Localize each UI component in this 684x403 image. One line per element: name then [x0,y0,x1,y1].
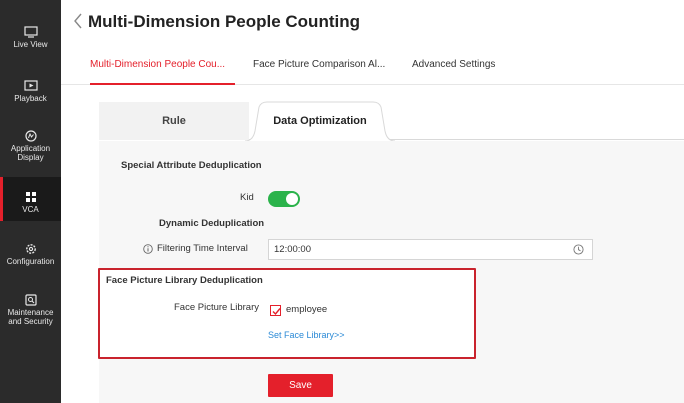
sidebar-item-label: Live View [13,40,48,49]
filtering-time-interval-label: Filtering Time Interval [157,243,248,254]
toggle-knob [286,193,298,205]
info-icon[interactable] [143,244,153,254]
sidebar-item-label: VCA [22,205,39,214]
playback-icon [23,80,38,91]
clock-icon[interactable] [573,244,584,255]
tab-data-optimization-label: Data Optimization [273,115,367,127]
employee-checkbox[interactable] [270,305,281,316]
vca-grid-icon [25,192,36,202]
sidebar-item-vca[interactable]: VCA [0,177,61,221]
sidebar-item-live-view[interactable]: Live View [0,26,61,56]
face-library-dedup-heading: Face Picture Library Deduplication [106,275,263,286]
tab-advanced-settings[interactable]: Advanced Settings [412,45,495,85]
kid-toggle[interactable] [268,191,300,207]
sidebar-item-label: Maintenance [7,308,54,317]
top-tabs: Multi-Dimension People Cou... Face Pictu… [61,45,684,85]
employee-option-label: employee [286,304,328,315]
tab-multi-dimension-people-counting[interactable]: Multi-Dimension People Cou... [90,45,235,85]
sidebar-item-application-display[interactable]: Application Display [0,130,61,170]
tab-rule[interactable]: Rule [99,102,249,140]
gear-icon [25,244,36,254]
sidebar-item-maintenance[interactable]: Maintenance and Security [0,294,61,334]
sidebar-item-label: Display [17,153,44,162]
special-attribute-heading: Special Attribute Deduplication [121,160,262,171]
sidebar-item-label: and Security [8,317,53,326]
monitor-icon [23,26,38,38]
save-button[interactable]: Save [268,374,333,397]
back-chevron-icon[interactable] [71,11,85,31]
tab-data-optimization[interactable]: Data Optimization [245,101,395,141]
sub-tabs: Rule Data Optimization [99,101,684,141]
sidebar-item-configuration[interactable]: Configuration [0,243,61,273]
kid-label: Kid [240,192,254,203]
dynamic-deduplication-heading: Dynamic Deduplication [159,218,265,229]
main-content: Rule Data Optimization Special Attribute… [61,86,684,403]
filtering-time-input[interactable]: 12:00:00 [268,239,593,260]
face-picture-library-label: Face Picture Library [174,302,260,313]
application-display-icon [24,130,37,142]
set-face-library-link[interactable]: Set Face Library>> [268,330,345,340]
sidebar: Live View Playback Application Display V… [0,0,61,403]
sidebar-item-label: Playback [14,94,47,103]
sidebar-item-label: Application [10,144,51,153]
maintenance-icon [24,294,37,306]
sidebar-item-label: Configuration [6,257,55,266]
filtering-time-value: 12:00:00 [274,244,311,255]
page-title: Multi-Dimension People Counting [88,12,360,31]
checkmark-icon [272,308,281,316]
tab-face-picture-comparison[interactable]: Face Picture Comparison Al... [253,45,385,85]
page-header: Multi-Dimension People Counting [61,0,684,45]
sidebar-item-playback[interactable]: Playback [0,80,61,110]
